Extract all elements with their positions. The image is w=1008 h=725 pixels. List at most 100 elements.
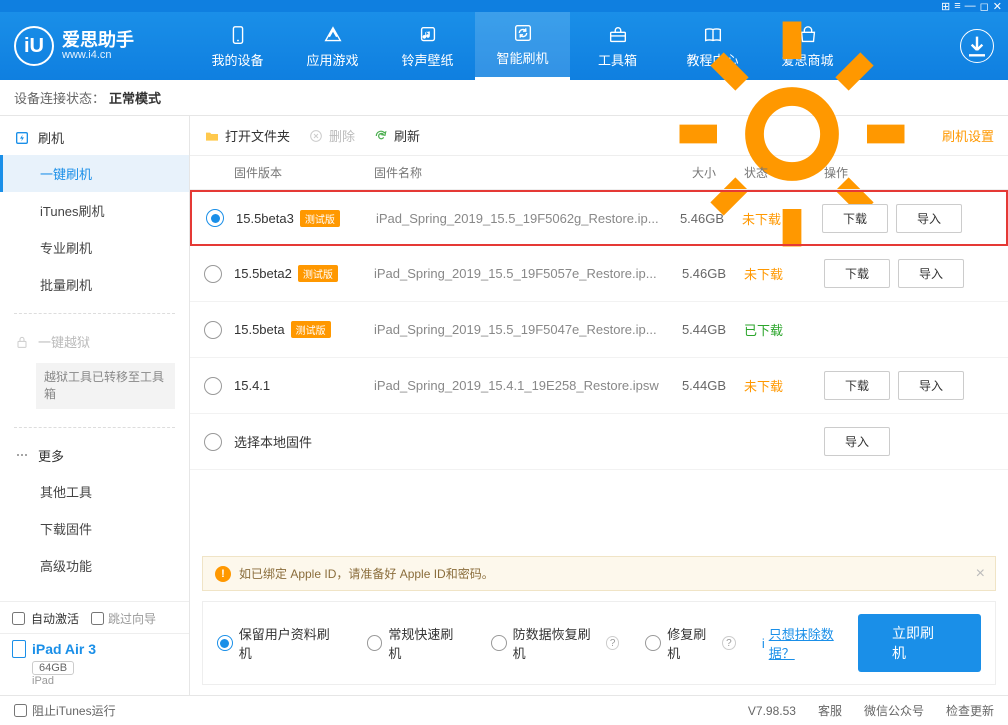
footer-version: V7.98.53: [748, 704, 796, 718]
sidebar-bottom: 自动激活 跳过向导 iPad Air 3 64GB iPad: [0, 601, 189, 695]
row-ops: 下载导入: [822, 204, 992, 233]
sidebar-item-itunes[interactable]: iTunes刷机: [0, 192, 189, 229]
app-url: www.i4.cn: [62, 49, 134, 61]
info-icon[interactable]: i: [762, 636, 765, 651]
footer-update[interactable]: 检查更新: [946, 702, 994, 719]
more-icon: [14, 447, 30, 463]
open-folder-button[interactable]: 打开文件夹: [204, 126, 290, 145]
table-row[interactable]: 15.5beta2测试版iPad_Spring_2019_15.5_19F505…: [190, 246, 1008, 302]
row-version: 15.5beta3测试版: [236, 210, 376, 227]
opt-repair[interactable]: 修复刷机?: [645, 624, 735, 662]
logo-badge-icon: iU: [14, 26, 54, 66]
footer-service[interactable]: 客服: [818, 702, 842, 719]
phone-icon: [227, 24, 249, 46]
col-ops: 操作: [824, 164, 994, 181]
beta-badge: 测试版: [300, 210, 340, 227]
firmware-rows: 15.5beta3测试版iPad_Spring_2019_15.5_19F506…: [190, 190, 1008, 470]
col-version: 固件版本: [234, 164, 374, 181]
import-button[interactable]: 导入: [896, 204, 962, 233]
opt-quick[interactable]: 常规快速刷机: [367, 624, 465, 662]
notice-text: 如已绑定 Apple ID，请准备好 Apple ID和密码。: [239, 565, 494, 582]
row-status: 已下载: [744, 320, 824, 339]
beta-badge: 测试版: [298, 265, 338, 282]
refresh-button[interactable]: 刷新: [373, 126, 420, 145]
device-name[interactable]: iPad Air 3: [12, 640, 177, 658]
row-local-label: 选择本地固件: [234, 432, 374, 451]
footer: 阻止iTunes运行 V7.98.53 客服 微信公众号 检查更新: [0, 695, 1008, 725]
download-button[interactable]: 下载: [824, 371, 890, 400]
auto-activate-checkbox[interactable]: [12, 612, 25, 625]
row-radio[interactable]: [204, 433, 222, 451]
row-radio[interactable]: [206, 209, 224, 227]
appleid-notice: ! 如已绑定 Apple ID，请准备好 Apple ID和密码。 ×: [202, 556, 996, 591]
sidebar-item-download[interactable]: 下载固件: [0, 510, 189, 547]
col-status: 状态: [744, 164, 824, 181]
import-button[interactable]: 导入: [898, 259, 964, 288]
table-row-local[interactable]: 选择本地固件 导入: [190, 414, 1008, 470]
opt-keep-data[interactable]: 保留用户资料刷机: [217, 624, 341, 662]
row-filename: iPad_Spring_2019_15.5_19F5057e_Restore.i…: [374, 266, 664, 281]
row-radio[interactable]: [204, 377, 222, 395]
row-status: 未下载: [744, 376, 824, 395]
delete-button[interactable]: 删除: [308, 126, 355, 145]
reload-icon: [373, 128, 389, 144]
nav-flash[interactable]: 智能刷机: [475, 12, 570, 80]
nav-apps[interactable]: 应用游戏: [285, 12, 380, 80]
nav-my-device[interactable]: 我的设备: [190, 12, 285, 80]
row-size: 5.46GB: [664, 266, 744, 281]
table-row[interactable]: 15.5beta测试版iPad_Spring_2019_15.5_19F5047…: [190, 302, 1008, 358]
col-name: 固件名称: [374, 164, 664, 181]
skip-guide-checkbox[interactable]: [91, 612, 104, 625]
apps-icon: [322, 24, 344, 46]
device-capacity: 64GB: [32, 661, 74, 675]
delete-icon: [308, 128, 324, 144]
skip-guide-label: 跳过向导: [108, 610, 156, 627]
sidebar-item-pro[interactable]: 专业刷机: [0, 229, 189, 266]
erase-data-link[interactable]: 只想抹除数据？: [769, 624, 858, 662]
close-icon[interactable]: ✕: [993, 0, 1002, 13]
nav-ringtones[interactable]: 铃声壁纸: [380, 12, 475, 80]
sidebar-head-flash[interactable]: 刷机: [0, 120, 189, 155]
tablet-icon: [12, 640, 26, 658]
row-ops: 下载导入: [824, 371, 994, 400]
download-button[interactable]: 下载: [824, 259, 890, 288]
refresh-icon: [512, 22, 534, 44]
logo: iU 爱思助手 www.i4.cn: [14, 26, 190, 66]
main-panel: 打开文件夹 删除 刷新 刷机设置 固件版本 固件名称 大小 状态 操作 15.5…: [190, 116, 1008, 695]
row-ops: 下载导入: [824, 259, 994, 288]
table-row[interactable]: 15.5beta3测试版iPad_Spring_2019_15.5_19F506…: [190, 190, 1008, 246]
help-icon[interactable]: ?: [606, 636, 620, 650]
notice-close-icon[interactable]: ×: [976, 565, 985, 583]
block-itunes-checkbox[interactable]: [14, 704, 27, 717]
block-itunes[interactable]: 阻止iTunes运行: [14, 702, 116, 719]
folder-icon: [204, 128, 220, 144]
sidebar-item-other[interactable]: 其他工具: [0, 473, 189, 510]
row-status: 未下载: [742, 209, 822, 228]
sidebar-head-jailbreak: 一键越狱: [0, 324, 189, 359]
import-button[interactable]: 导入: [824, 427, 890, 456]
row-radio[interactable]: [204, 321, 222, 339]
sidebar-item-oneclick[interactable]: 一键刷机: [0, 155, 189, 192]
music-icon: [417, 24, 439, 46]
col-size: 大小: [664, 164, 744, 181]
row-version: 15.5beta2测试版: [234, 265, 374, 282]
footer-wechat[interactable]: 微信公众号: [864, 702, 924, 719]
row-filename: iPad_Spring_2019_15.5_19F5062g_Restore.i…: [376, 211, 662, 226]
opt-anti-recovery[interactable]: 防数据恢复刷机?: [491, 624, 620, 662]
row-version: 15.4.1: [234, 378, 374, 393]
lock-icon: [14, 334, 30, 350]
flash-now-button[interactable]: 立即刷机: [858, 614, 981, 672]
flash-icon: [14, 130, 30, 146]
download-button[interactable]: 下载: [822, 204, 888, 233]
row-size: 5.44GB: [664, 378, 744, 393]
sidebar-item-advanced[interactable]: 高级功能: [0, 547, 189, 584]
help-icon[interactable]: ?: [722, 636, 736, 650]
sidebar-head-more[interactable]: 更多: [0, 438, 189, 473]
table-row[interactable]: 15.4.1iPad_Spring_2019_15.4.1_19E258_Res…: [190, 358, 1008, 414]
flash-options: 保留用户资料刷机 常规快速刷机 防数据恢复刷机? 修复刷机? i 只想抹除数据？…: [202, 601, 996, 685]
row-filename: iPad_Spring_2019_15.5_19F5047e_Restore.i…: [374, 322, 664, 337]
sidebar-item-batch[interactable]: 批量刷机: [0, 266, 189, 303]
row-size: 5.44GB: [664, 322, 744, 337]
import-button[interactable]: 导入: [898, 371, 964, 400]
row-radio[interactable]: [204, 265, 222, 283]
